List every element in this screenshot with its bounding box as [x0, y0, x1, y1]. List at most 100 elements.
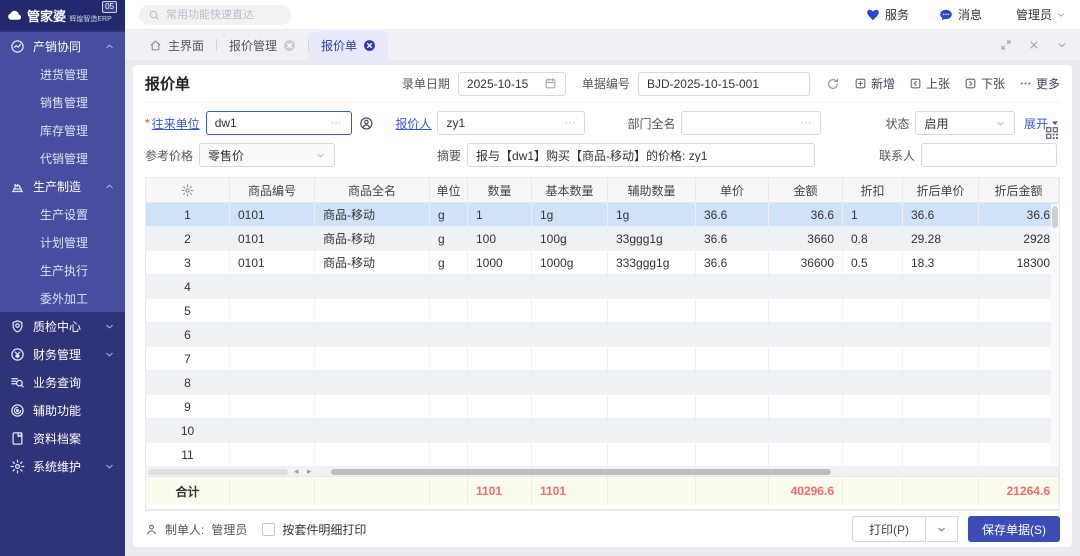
cell-code[interactable]: [230, 323, 315, 346]
cell-discount[interactable]: [843, 323, 903, 346]
sidebar-sub-item[interactable]: 进货管理: [0, 60, 125, 88]
cell-disc_price[interactable]: [903, 419, 979, 442]
record-date-input[interactable]: [467, 77, 540, 91]
cell-disc_amount[interactable]: [979, 395, 1059, 418]
cell-aux_qty[interactable]: [608, 371, 696, 394]
cell-price[interactable]: [696, 419, 769, 442]
next-doc-button[interactable]: 下张: [964, 75, 1005, 92]
cell-code[interactable]: [230, 347, 315, 370]
table-row[interactable]: 5: [146, 299, 1059, 323]
cell-disc_price[interactable]: [903, 395, 979, 418]
dept-field[interactable]: ⋯: [681, 111, 821, 135]
cell-base_qty[interactable]: [532, 395, 608, 418]
quoter-field[interactable]: ⋯: [437, 111, 585, 135]
cell-disc_amount[interactable]: [979, 299, 1059, 322]
prev-doc-button[interactable]: 上张: [909, 75, 950, 92]
tab-quote-mgmt[interactable]: 报价管理: [217, 31, 308, 60]
cell-unit[interactable]: g: [430, 227, 468, 250]
cell-unit[interactable]: [430, 347, 468, 370]
cell-discount[interactable]: [843, 275, 903, 298]
cell-qty[interactable]: 1: [468, 203, 532, 226]
cell-price[interactable]: [696, 443, 769, 466]
cell-qty[interactable]: [468, 347, 532, 370]
ellipsis-icon[interactable]: ⋯: [800, 118, 812, 129]
expand-window-icon[interactable]: [1000, 39, 1012, 51]
cell-no[interactable]: 11: [146, 443, 230, 466]
cell-name[interactable]: 商品-移动: [315, 227, 430, 250]
cell-code[interactable]: [230, 275, 315, 298]
cell-name[interactable]: [315, 371, 430, 394]
cell-aux_qty[interactable]: 333ggg1g: [608, 251, 696, 274]
table-row[interactable]: 9: [146, 395, 1059, 419]
cell-price[interactable]: [696, 395, 769, 418]
collapse-tabs-icon[interactable]: [1056, 39, 1068, 51]
cell-unit[interactable]: g: [430, 203, 468, 226]
cell-disc_amount[interactable]: [979, 275, 1059, 298]
cell-disc_amount[interactable]: 18300: [979, 251, 1059, 274]
col-header-discount[interactable]: 折扣: [843, 178, 903, 202]
cell-amount[interactable]: [769, 395, 843, 418]
table-row[interactable]: 7: [146, 347, 1059, 371]
sidebar-sub-item[interactable]: 库存管理: [0, 116, 125, 144]
cell-code[interactable]: [230, 299, 315, 322]
cell-discount[interactable]: [843, 347, 903, 370]
cell-price[interactable]: 36.6: [696, 251, 769, 274]
cell-aux_qty[interactable]: [608, 299, 696, 322]
horizontal-scrollbar[interactable]: ◂ ▸: [146, 467, 1059, 477]
cell-unit[interactable]: [430, 371, 468, 394]
cell-base_qty[interactable]: 1g: [532, 203, 608, 226]
cell-name[interactable]: [315, 323, 430, 346]
table-row[interactable]: 30101商品-移动g10001000g333ggg1g36.6366000.5…: [146, 251, 1059, 275]
cell-name[interactable]: [315, 419, 430, 442]
print-options-button[interactable]: [926, 516, 958, 542]
cell-price[interactable]: 36.6: [696, 227, 769, 250]
sidebar-group-item[interactable]: 生产制造: [0, 172, 125, 200]
cell-base_qty[interactable]: [532, 299, 608, 322]
col-header-base_qty[interactable]: 基本数量: [532, 178, 608, 202]
cell-amount[interactable]: [769, 347, 843, 370]
cell-name[interactable]: [315, 299, 430, 322]
cell-disc_amount[interactable]: [979, 323, 1059, 346]
cell-amount[interactable]: [769, 371, 843, 394]
cell-code[interactable]: 0101: [230, 203, 315, 226]
cell-base_qty[interactable]: [532, 275, 608, 298]
record-date-field[interactable]: [458, 72, 566, 96]
cell-disc_price[interactable]: 18.3: [903, 251, 979, 274]
vertical-scroll-thumb[interactable]: [1052, 206, 1058, 228]
sidebar-sub-item[interactable]: 代销管理: [0, 144, 125, 172]
cell-disc_amount[interactable]: 36.6: [979, 203, 1059, 226]
cell-discount[interactable]: [843, 371, 903, 394]
cell-unit[interactable]: [430, 395, 468, 418]
cell-name[interactable]: 商品-移动: [315, 203, 430, 226]
cell-discount[interactable]: [843, 395, 903, 418]
cell-no[interactable]: 6: [146, 323, 230, 346]
cell-unit[interactable]: [430, 443, 468, 466]
cell-qty[interactable]: 1000: [468, 251, 532, 274]
cell-name[interactable]: 商品-移动: [315, 251, 430, 274]
col-header-price[interactable]: 单价: [696, 178, 769, 202]
cell-unit[interactable]: [430, 275, 468, 298]
cell-qty[interactable]: [468, 299, 532, 322]
ellipsis-icon[interactable]: ⋯: [331, 118, 343, 129]
partner-field[interactable]: ⋯: [206, 111, 352, 135]
cell-price[interactable]: [696, 347, 769, 370]
cell-discount[interactable]: [843, 443, 903, 466]
close-window-icon[interactable]: [1028, 39, 1040, 51]
cell-code[interactable]: 0101: [230, 227, 315, 250]
col-header-name[interactable]: 商品全名: [315, 178, 430, 202]
cell-unit[interactable]: g: [430, 251, 468, 274]
col-header-disc_amount[interactable]: 折后金额: [979, 178, 1059, 202]
col-header-qty[interactable]: 数量: [468, 178, 532, 202]
cell-discount[interactable]: [843, 299, 903, 322]
cell-amount[interactable]: 3660: [769, 227, 843, 250]
cell-amount[interactable]: [769, 299, 843, 322]
cell-no[interactable]: 5: [146, 299, 230, 322]
cell-no[interactable]: 4: [146, 275, 230, 298]
cell-price[interactable]: [696, 371, 769, 394]
cell-amount[interactable]: [769, 323, 843, 346]
cell-name[interactable]: [315, 275, 430, 298]
sidebar-group-item[interactable]: 资料档案: [0, 424, 125, 452]
table-row[interactable]: 10: [146, 419, 1059, 443]
close-circle-icon[interactable]: [283, 39, 296, 52]
cell-name[interactable]: [315, 395, 430, 418]
